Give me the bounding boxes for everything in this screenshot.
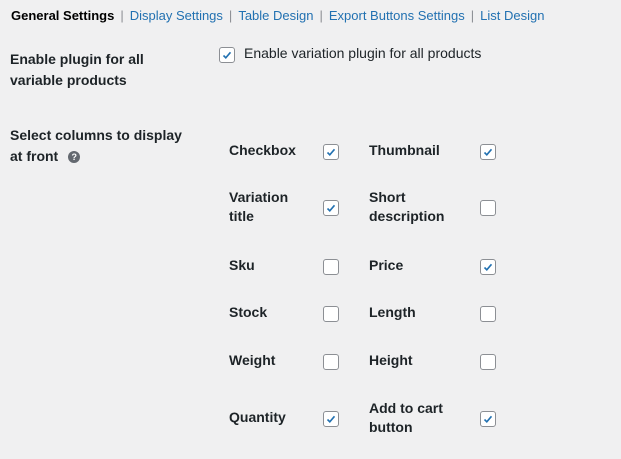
tab-separator: | <box>228 8 233 23</box>
select-columns-text: Select columns to display at front <box>10 127 182 164</box>
help-icon[interactable]: ? <box>68 151 81 163</box>
tab-table-design[interactable]: Table Design <box>238 8 313 23</box>
column-label: Price <box>369 257 404 273</box>
tab-separator: | <box>120 8 124 23</box>
column-label: Variation title <box>229 189 289 224</box>
checkmark-icon <box>483 263 493 271</box>
column-checkbox[interactable] <box>480 200 496 216</box>
checkmark-icon <box>222 51 232 59</box>
checkmark-icon <box>483 415 493 423</box>
enable-variation-option-label: Enable variation plugin for all products <box>244 45 482 61</box>
column-checkbox[interactable] <box>323 306 339 322</box>
column-checkbox[interactable] <box>323 144 339 160</box>
settings-tabs: General Settings | Display Settings | Table … <box>11 8 544 23</box>
column-checkbox[interactable] <box>480 354 496 370</box>
column-checkbox[interactable] <box>480 411 496 427</box>
column-checkbox[interactable] <box>323 411 339 427</box>
checkmark-icon <box>326 204 336 212</box>
select-columns-label: Select columns to display at front? <box>10 125 195 167</box>
column-checkbox[interactable] <box>323 354 339 370</box>
column-label: Quantity <box>229 409 286 425</box>
column-label: Short description <box>369 189 445 224</box>
enable-variation-checkbox[interactable] <box>219 47 235 63</box>
tab-display-settings[interactable]: Display Settings <box>130 8 223 23</box>
tab-separator: | <box>319 8 323 23</box>
column-label: Stock <box>229 304 268 320</box>
checkmark-icon <box>483 148 493 156</box>
checkmark-icon <box>326 415 336 423</box>
tab-separator: | <box>470 8 475 23</box>
enable-plugin-label: Enable plugin for all variable products <box>10 51 144 88</box>
column-label: Add to cart button <box>369 400 443 435</box>
column-label: Thumbnail <box>369 142 440 158</box>
column-label: Height <box>369 352 413 368</box>
column-label: Length <box>369 304 416 320</box>
column-checkbox[interactable] <box>480 259 496 275</box>
checkmark-icon <box>326 148 336 156</box>
column-checkbox[interactable] <box>480 144 496 160</box>
column-checkbox[interactable] <box>323 200 339 216</box>
column-checkbox[interactable] <box>323 259 339 275</box>
tab-export-buttons-settings[interactable]: Export Buttons Settings <box>329 8 465 23</box>
column-label: Weight <box>229 352 276 368</box>
tab-general-settings[interactable]: General Settings <box>11 8 114 23</box>
column-checkbox[interactable] <box>480 306 496 322</box>
column-label: Sku <box>229 257 255 273</box>
tab-list-design[interactable]: List Design <box>480 8 544 23</box>
column-label: Checkbox <box>229 142 296 158</box>
